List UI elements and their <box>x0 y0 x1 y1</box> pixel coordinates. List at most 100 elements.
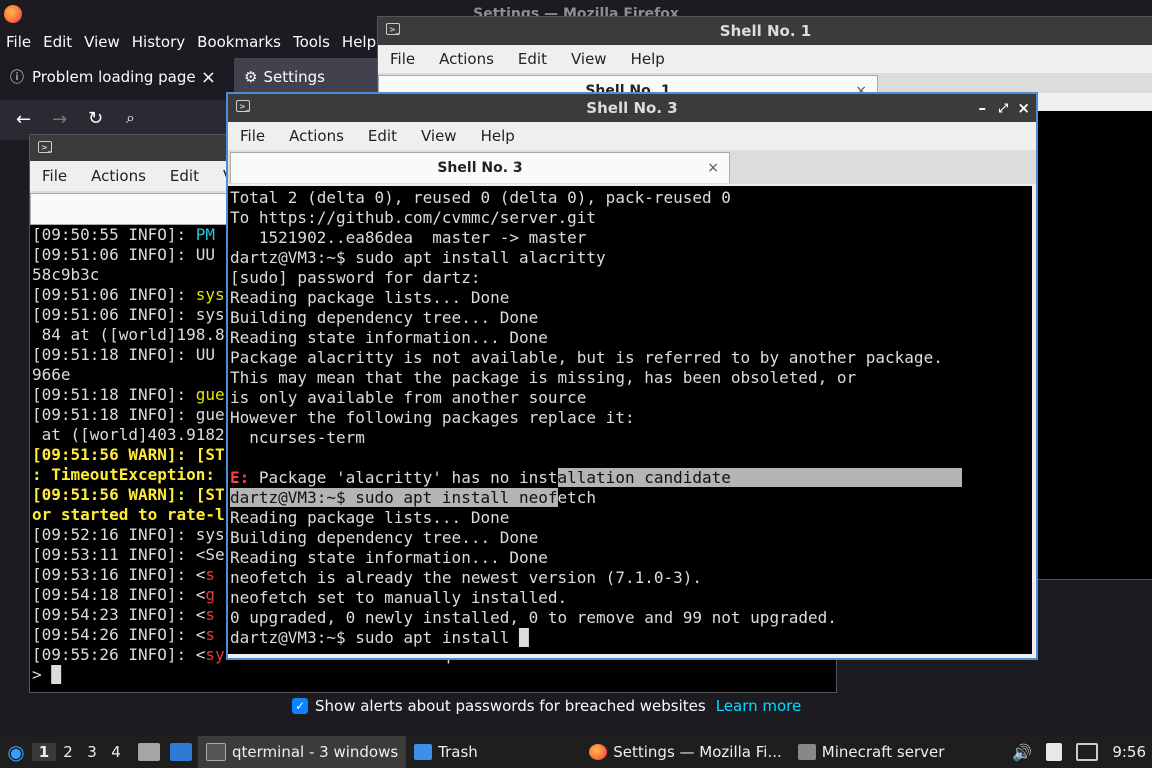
workspace-switcher: 1234 <box>32 743 128 761</box>
network-icon[interactable] <box>1076 743 1099 761</box>
learn-more-link[interactable]: Learn more <box>716 697 802 715</box>
terminal-line: [sudo] password for dartz: <box>230 268 481 287</box>
shell3-title: Shell No. 3 <box>586 99 678 117</box>
firefox-menu-view[interactable]: View <box>78 28 126 54</box>
system-tray: 🔊 9:56 <box>1012 743 1152 762</box>
terminal-line: 0 upgraded, 0 newly installed, 0 to remo… <box>230 608 837 627</box>
shell1-tab[interactable]: Shell No. 1 × <box>378 75 878 93</box>
firefox-menubar: File Edit View History Bookmarks Tools Help <box>0 28 382 54</box>
shell1-titlebar: >_ Shell No. 1 <box>378 17 1152 45</box>
tab-close-icon[interactable]: × <box>855 76 867 93</box>
search-icon[interactable]: ⌕ <box>126 108 135 128</box>
shell3-menu-file[interactable]: File <box>228 127 277 145</box>
forward-icon[interactable]: → <box>52 109 67 130</box>
shell1-menu-view[interactable]: View <box>559 50 619 68</box>
shell3-menu-actions[interactable]: Actions <box>277 127 356 145</box>
firefox-menu-help[interactable]: Help <box>336 28 382 54</box>
file-manager-icon[interactable] <box>138 743 160 761</box>
firefox-menu-edit[interactable]: Edit <box>37 28 78 54</box>
clock: 9:56 <box>1112 743 1146 761</box>
terminal-icon: >_ <box>386 23 400 35</box>
gear-icon: ⚙ <box>244 68 258 86</box>
close-icon[interactable]: × <box>1017 94 1030 122</box>
firefox-icon <box>589 744 608 760</box>
taskbar-trash[interactable]: Trash <box>406 736 486 768</box>
workspace-2[interactable]: 2 <box>56 743 80 761</box>
volume-icon[interactable]: 🔊 <box>1012 743 1032 762</box>
minimize-icon[interactable]: – <box>979 94 987 122</box>
tab-label: Settings <box>263 68 325 86</box>
terminal-line: Package alacritty is not available, but … <box>230 348 943 367</box>
shell1-menu-file[interactable]: File <box>378 50 427 68</box>
tab-close-icon[interactable]: × <box>201 67 216 88</box>
show-desktop-icon[interactable] <box>170 743 192 761</box>
clipboard-icon[interactable] <box>1046 743 1063 761</box>
shell3-menu-help[interactable]: Help <box>469 127 527 145</box>
terminal-line: However the following packages replace i… <box>230 408 635 427</box>
firefox-menu-tools[interactable]: Tools <box>287 28 336 54</box>
shell3-menu-edit[interactable]: Edit <box>356 127 409 145</box>
breach-alert-checkbox[interactable]: ✓ <box>292 698 308 714</box>
shell3-tab[interactable]: Shell No. 3 × <box>230 152 730 183</box>
breach-alert-option: ✓ Show alerts about passwords for breach… <box>292 695 801 717</box>
shell1-tabbar: Shell No. 1 × <box>378 73 1152 93</box>
shell3-terminal[interactable]: Total 2 (delta 0), reused 0 (delta 0), p… <box>228 186 1032 654</box>
shell3-tabbar: Shell No. 3 × <box>228 150 1036 184</box>
folder-icon <box>414 744 433 760</box>
terminal-line: neofetch set to manually installed. <box>230 588 568 607</box>
terminal-line: > █ <box>32 665 61 684</box>
workspace-1[interactable]: 1 <box>32 743 56 761</box>
shell1-title: Shell No. 1 <box>719 22 812 40</box>
tab-problem-loading[interactable]: ⓘ Problem loading page × <box>0 58 226 96</box>
terminal-line: Building dependency tree... Done <box>230 528 539 547</box>
firefox-menu-file[interactable]: File <box>0 28 37 54</box>
firefox-menu-history[interactable]: History <box>126 28 191 54</box>
workspace-4[interactable]: 4 <box>104 743 128 761</box>
terminal-line: ncurses-term <box>230 428 365 447</box>
shell3-window: >_ Shell No. 3 – ⤢ × File Actions Edit View… <box>226 92 1038 660</box>
terminal-line: E: Package 'alacritty' has no installati… <box>230 468 963 487</box>
tab-label: Shell No. 3 <box>437 160 523 176</box>
taskbar-firefox[interactable]: Settings — Mozilla Fi... <box>581 736 790 768</box>
shell3-menu-view[interactable]: View <box>409 127 469 145</box>
tab-settings[interactable]: ⚙ Settings <box>234 58 394 96</box>
reload-icon[interactable]: ↻ <box>88 108 103 129</box>
workspace-3[interactable]: 3 <box>80 743 104 761</box>
shell3-menubar: File Actions Edit View Help <box>228 122 1036 150</box>
shell3-titlebar: >_ Shell No. 3 – ⤢ × <box>228 94 1036 122</box>
terminal-line: Reading package lists... Done <box>230 288 510 307</box>
terminal-line: 1521902..ea86dea master -> master <box>230 228 587 247</box>
terminal-line: neofetch is already the newest version (… <box>230 568 703 587</box>
taskbar-qterminal[interactable]: qterminal - 3 windows <box>198 736 407 768</box>
taskbar-item-label: Trash <box>438 743 478 761</box>
shell1-menu-actions[interactable]: Actions <box>427 50 506 68</box>
terminal-line: dartz@VM3:~$ sudo apt install █ <box>230 628 529 647</box>
shell2-menu-file[interactable]: File <box>30 167 79 185</box>
terminal-line: Reading package lists... Done <box>230 508 510 527</box>
taskbar-item-label: Settings — Mozilla Fi... <box>613 743 782 761</box>
warning-icon: ⓘ <box>10 70 24 86</box>
taskbar-item-label: qterminal - 3 windows <box>232 743 399 761</box>
shell2-menu-edit[interactable]: Edit <box>158 167 211 185</box>
terminal-line: is only available from another source <box>230 388 587 407</box>
terminal-line: Total 2 (delta 0), reused 0 (delta 0), p… <box>230 188 731 207</box>
shell1-menubar: File Actions Edit View Help <box>378 45 1152 73</box>
taskbar-item-label: Minecraft server <box>821 743 945 761</box>
firefox-menu-bookmarks[interactable]: Bookmarks <box>191 28 287 54</box>
shell1-menu-help[interactable]: Help <box>619 50 677 68</box>
tab-label: Problem loading page <box>32 68 196 86</box>
tab-close-icon[interactable]: × <box>707 153 719 183</box>
terminal-line: Reading state information... Done <box>230 548 548 567</box>
terminal-icon <box>206 743 226 761</box>
shell1-menu-edit[interactable]: Edit <box>506 50 559 68</box>
terminal-line: dartz@VM3:~$ sudo apt install neofetch <box>230 488 597 507</box>
start-menu-icon[interactable]: ◉ <box>0 740 32 764</box>
taskbar-minecraft[interactable]: Minecraft server <box>790 736 953 768</box>
maximize-icon[interactable]: ⤢ <box>998 94 1008 122</box>
minecraft-icon <box>797 744 816 760</box>
back-icon[interactable]: ← <box>16 109 31 130</box>
terminal-line: Reading state information... Done <box>230 328 548 347</box>
shell2-menu-actions[interactable]: Actions <box>79 167 158 185</box>
firefox-logo-icon <box>4 5 22 23</box>
